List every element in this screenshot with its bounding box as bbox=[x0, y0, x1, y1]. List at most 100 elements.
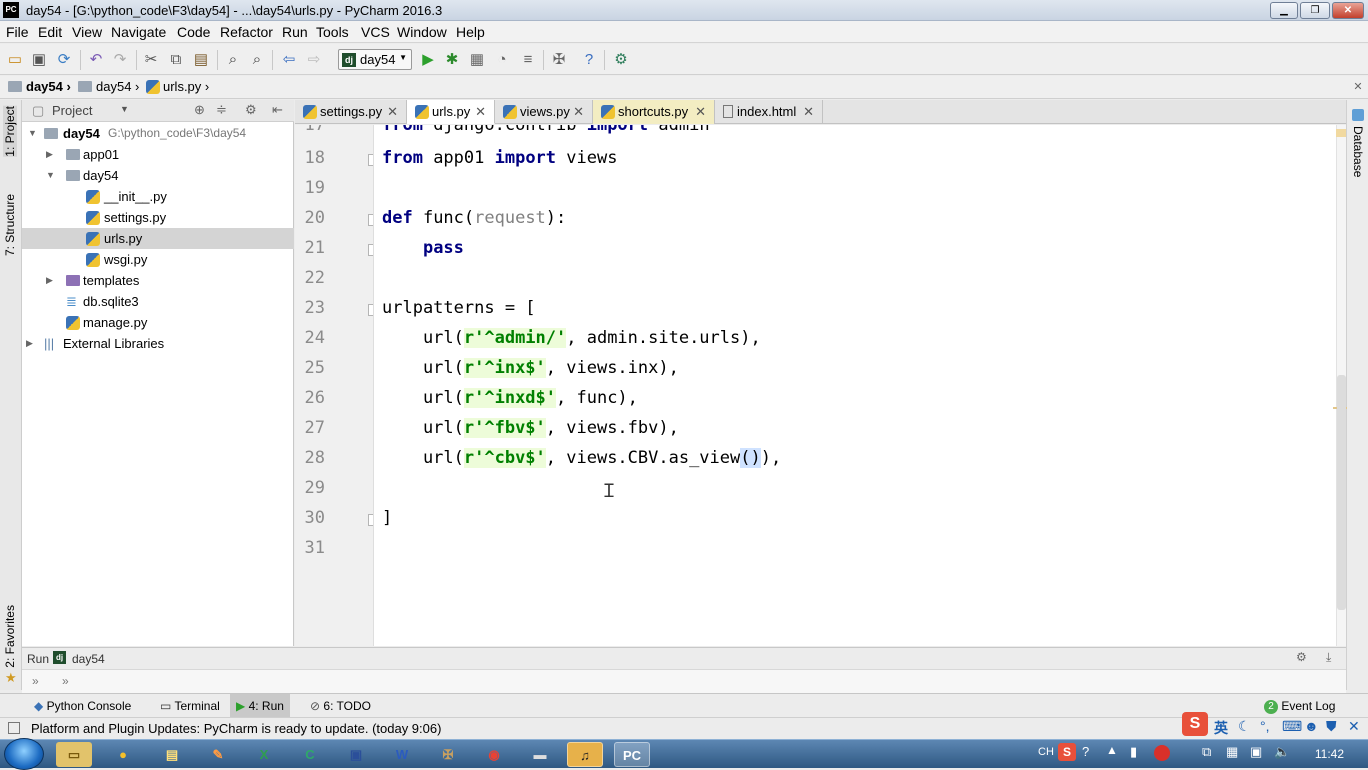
menu-help[interactable]: Help bbox=[456, 24, 485, 40]
network-tray-icon[interactable]: ▦ bbox=[1226, 744, 1238, 760]
tool-todo[interactable]: ⊘ 6: TODO bbox=[304, 694, 377, 718]
monitor-tray-icon[interactable]: ▣ bbox=[1250, 744, 1262, 760]
ime-keyboard-icon[interactable]: ⌨ bbox=[1282, 718, 1302, 735]
tab-settings-py[interactable]: settings.py ✕ bbox=[295, 100, 407, 124]
menu-run[interactable]: Run bbox=[282, 24, 308, 40]
coverage-icon[interactable]: ▦ bbox=[467, 50, 487, 70]
tray-arrow-icon[interactable]: ▲ bbox=[1106, 743, 1118, 757]
pycharm-taskbar-icon[interactable]: PC bbox=[614, 742, 650, 767]
collapse-arrow-icon[interactable]: ▼ bbox=[46, 165, 55, 186]
close-tab-icon[interactable]: ✕ bbox=[695, 100, 706, 123]
paint-taskbar-icon[interactable]: ✎ bbox=[200, 742, 236, 767]
tree-item-external-libraries[interactable]: ▶ ||| External Libraries bbox=[22, 333, 294, 354]
ime-tools-icon[interactable]: ✕ bbox=[1348, 718, 1360, 735]
save-app-taskbar-icon[interactable]: ▣ bbox=[338, 742, 374, 767]
breadcrumb-root[interactable]: day54 › bbox=[8, 79, 71, 94]
breadcrumb-file[interactable]: urls.py › bbox=[146, 79, 209, 94]
hide-panel-icon[interactable]: ⤓ bbox=[1326, 650, 1331, 665]
hide-panel-icon[interactable]: ⇤ bbox=[272, 102, 283, 118]
menu-code[interactable]: Code bbox=[177, 24, 210, 40]
close-button[interactable]: ✕ bbox=[1332, 2, 1364, 19]
excel-taskbar-icon[interactable]: X bbox=[246, 742, 282, 767]
tree-item-wsgi[interactable]: wsgi.py bbox=[22, 249, 294, 270]
back-icon[interactable]: ⇦ bbox=[279, 50, 299, 70]
locate-icon[interactable]: ⊕ bbox=[194, 102, 205, 118]
code-editor[interactable]: from django.contrib import admin from ap… bbox=[374, 125, 1336, 646]
menu-navigate[interactable]: Navigate bbox=[111, 24, 166, 40]
recorder-tray-icon[interactable]: ▮ bbox=[1130, 744, 1137, 760]
tree-item-urls[interactable]: urls.py bbox=[22, 228, 294, 249]
tool-event-log[interactable]: 2 Event Log bbox=[1258, 694, 1341, 718]
close-tab-icon[interactable]: ✕ bbox=[475, 100, 486, 123]
tree-item-settings[interactable]: settings.py bbox=[22, 207, 294, 228]
tool-terminal[interactable]: ▭ Terminal bbox=[154, 694, 226, 718]
replace-icon[interactable]: ⌕ bbox=[247, 50, 267, 70]
expand-arrow-icon[interactable]: ▼ bbox=[28, 123, 37, 144]
expand-arrow-icon[interactable]: ▶ bbox=[46, 144, 53, 165]
copy-icon[interactable]: ⧉ bbox=[166, 50, 186, 70]
close-tab-icon[interactable]: ✕ bbox=[573, 100, 584, 123]
tree-item-app01[interactable]: ▶ app01 bbox=[22, 144, 294, 165]
run-panel-config[interactable]: day54 bbox=[72, 652, 105, 666]
tab-urls-py[interactable]: urls.py ✕ bbox=[407, 100, 495, 124]
qq-taskbar-icon[interactable]: ● bbox=[105, 742, 141, 767]
gear-icon[interactable]: ⚙ bbox=[245, 102, 257, 118]
display-tray-icon[interactable]: ⧉ bbox=[1202, 744, 1211, 760]
help-tray-icon[interactable]: ? bbox=[1082, 744, 1089, 759]
tab-favorites[interactable]: 2: Favorites bbox=[3, 605, 17, 668]
tree-item-init[interactable]: __init__.py bbox=[22, 186, 294, 207]
tree-item-root[interactable]: ▼ day54 G:\python_code\F3\day54 bbox=[22, 123, 294, 144]
status-toggle-icon[interactable] bbox=[8, 722, 20, 734]
menu-file[interactable]: File bbox=[6, 24, 29, 40]
editor-scrollbar[interactable] bbox=[1333, 125, 1347, 646]
word-taskbar-icon[interactable]: W bbox=[384, 742, 420, 767]
media-taskbar-icon[interactable]: ♫ bbox=[567, 742, 603, 767]
undo-icon[interactable]: ↶ bbox=[86, 50, 106, 70]
chrome-taskbar-icon[interactable]: ◉ bbox=[476, 742, 512, 767]
expand-toolbar-icon[interactable]: » bbox=[62, 674, 69, 688]
project-view-select[interactable]: Project bbox=[52, 103, 92, 118]
scrollbar-thumb[interactable] bbox=[1337, 375, 1346, 610]
menu-edit[interactable]: Edit bbox=[38, 24, 62, 40]
menu-view[interactable]: View bbox=[72, 24, 102, 40]
breadcrumb-folder[interactable]: day54 › bbox=[78, 79, 139, 94]
expand-arrow-icon[interactable]: ▶ bbox=[26, 333, 33, 354]
tab-views-py[interactable]: views.py ✕ bbox=[495, 100, 593, 124]
close-navbar-icon[interactable]: ✕ bbox=[1348, 77, 1368, 97]
tree-item-templates[interactable]: ▶ templates bbox=[22, 270, 294, 291]
plugin-icon[interactable]: ⚙ bbox=[611, 50, 631, 70]
save-icon[interactable]: ▣ bbox=[29, 50, 49, 70]
clock[interactable]: 11:42 bbox=[1315, 747, 1344, 761]
start-button[interactable] bbox=[4, 738, 44, 770]
maximize-button[interactable]: ❐ bbox=[1300, 2, 1330, 19]
tab-database[interactable]: Database bbox=[1351, 126, 1365, 177]
tool-taskbar-icon[interactable]: ✠ bbox=[430, 742, 466, 767]
help-icon[interactable]: ? bbox=[579, 50, 599, 70]
cut-icon[interactable]: ✂ bbox=[141, 50, 161, 70]
forward-icon[interactable]: ⇨ bbox=[304, 50, 324, 70]
tab-structure[interactable]: 7: Structure bbox=[3, 194, 17, 256]
language-indicator[interactable]: CH bbox=[1038, 746, 1054, 758]
ime-shirt-icon[interactable]: ⛊ bbox=[1326, 718, 1337, 735]
status-message[interactable]: Platform and Plugin Updates: PyCharm is … bbox=[31, 721, 441, 736]
tool-run[interactable]: ▶ 4: Run bbox=[230, 694, 290, 718]
close-tab-icon[interactable]: ✕ bbox=[387, 100, 398, 123]
menu-refactor[interactable]: Refactor bbox=[220, 24, 273, 40]
close-tab-icon[interactable]: ✕ bbox=[803, 100, 814, 123]
tree-item-manage[interactable]: manage.py bbox=[22, 312, 294, 333]
open-folder-icon[interactable]: ▭ bbox=[5, 50, 25, 70]
run-config-select[interactable]: dj day54 ▼ bbox=[338, 49, 412, 70]
sogou-tray-icon[interactable]: S bbox=[1058, 743, 1076, 761]
record-tray-icon[interactable] bbox=[1154, 745, 1170, 761]
expand-arrow-icon[interactable]: ▶ bbox=[46, 270, 53, 291]
tab-shortcuts-py[interactable]: shortcuts.py ✕ bbox=[593, 100, 715, 124]
collapse-icon[interactable]: ≑ bbox=[216, 102, 227, 118]
sync-icon[interactable]: ⟳ bbox=[54, 50, 74, 70]
expand-toolbar-icon[interactable]: » bbox=[32, 674, 39, 688]
notes-taskbar-icon[interactable]: ▤ bbox=[154, 742, 190, 767]
ime-moon-icon[interactable]: ☾ bbox=[1238, 718, 1251, 735]
gear-icon[interactable]: ⚙ bbox=[1296, 650, 1307, 664]
ime-mode-indicator[interactable]: 英 bbox=[1214, 718, 1228, 738]
paste-icon[interactable]: ▤ bbox=[191, 50, 211, 70]
cmd-taskbar-icon[interactable]: ▬ bbox=[522, 742, 558, 767]
